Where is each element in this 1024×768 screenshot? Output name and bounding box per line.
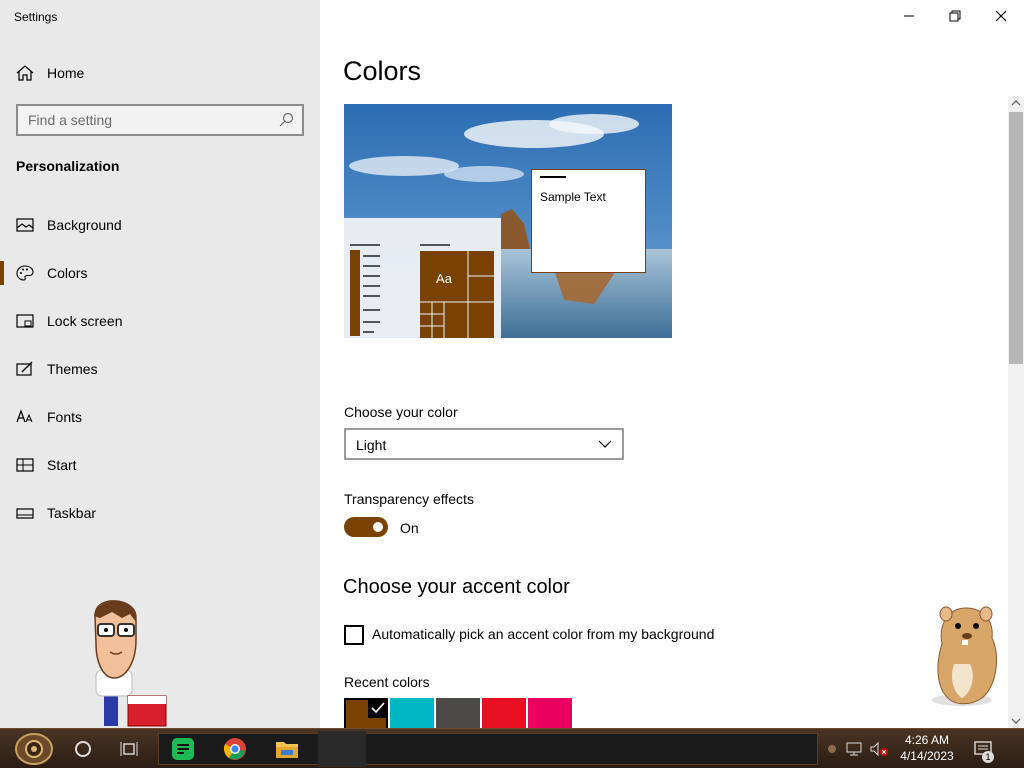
folder-icon: [276, 742, 298, 758]
show-hidden-icons-button[interactable]: [824, 731, 840, 767]
fonts-icon: [16, 409, 33, 423]
minimize-icon: [904, 15, 914, 17]
network-tray-button[interactable]: [844, 731, 866, 767]
sidebar-item-label: Taskbar: [47, 505, 97, 521]
auto-accent-checkbox[interactable]: [344, 625, 364, 645]
chrome-icon: [223, 738, 246, 760]
picture-icon: [16, 218, 34, 232]
search-input[interactable]: Find a setting: [16, 104, 304, 136]
close-button[interactable]: [978, 0, 1024, 32]
close-icon: [995, 10, 1007, 22]
scroll-up-arrow-icon[interactable]: [1008, 96, 1024, 110]
color-swatch[interactable]: [390, 698, 434, 728]
sidebar-item-label: Background: [47, 217, 122, 233]
recent-colors-label: Recent colors: [344, 674, 430, 690]
start-button[interactable]: [8, 731, 60, 767]
volume-muted-icon: [870, 741, 888, 757]
sidebar-item-colors[interactable]: Colors: [0, 253, 320, 293]
sidebar-item-label: Fonts: [47, 409, 83, 425]
active-indicator: [0, 261, 4, 285]
color-swatch[interactable]: [482, 698, 526, 728]
task-view-button[interactable]: [114, 731, 144, 767]
choose-color-label: Choose your color: [344, 404, 458, 420]
toggle-knob: [373, 522, 383, 532]
start-orb-icon: [15, 733, 53, 765]
clock-date: 4/14/2023: [900, 749, 954, 763]
vertical-scrollbar[interactable]: [1008, 96, 1024, 728]
scroll-down-arrow-icon[interactable]: [1008, 714, 1024, 728]
auto-accent-label[interactable]: Automatically pick an accent color from …: [372, 626, 714, 642]
restore-button[interactable]: [932, 0, 978, 32]
transparency-toggle[interactable]: [344, 517, 388, 537]
color-swatch[interactable]: [528, 698, 572, 728]
start-icon: [16, 458, 34, 472]
sidebar-item-taskbar[interactable]: Taskbar: [0, 493, 320, 533]
clock-time: 4:26 AM: [904, 733, 950, 747]
transparency-label: Transparency effects: [344, 491, 474, 507]
color-swatch[interactable]: [436, 698, 480, 728]
sidebar-item-themes[interactable]: Themes: [0, 349, 320, 389]
scrollbar-thumb[interactable]: [1009, 112, 1023, 364]
tray-gear-icon: [828, 745, 836, 753]
preview-sample-text: Sample Text: [540, 190, 606, 204]
minimize-button[interactable]: [886, 0, 932, 32]
accent-color-heading: Choose your accent color: [343, 576, 570, 598]
recent-colors-row: [344, 698, 572, 728]
taskbar-app-spotify[interactable]: [166, 731, 200, 767]
sidebar-item-start[interactable]: Start: [0, 445, 320, 485]
lock-screen-icon: [16, 314, 34, 328]
action-center-button[interactable]: [968, 731, 998, 767]
taskbar: 4:26 AM 4/14/2023 1: [0, 728, 1024, 768]
cortana-button[interactable]: [68, 731, 98, 767]
taskbar-clock[interactable]: 4:26 AM 4/14/2023: [892, 732, 962, 764]
app-title: Settings: [14, 10, 58, 24]
sidebar-item-background[interactable]: Background: [0, 205, 320, 245]
cortana-circle-icon: [75, 741, 91, 757]
sidebar-item-lock-screen[interactable]: Lock screen: [0, 301, 320, 341]
color-swatch[interactable]: [344, 698, 388, 728]
themes-icon: [16, 361, 33, 376]
chevron-down-icon: [598, 440, 612, 448]
taskbar-app-chrome[interactable]: [218, 731, 252, 767]
restore-icon: [949, 10, 961, 22]
preview-tile-text: Aa: [436, 271, 453, 286]
taskbar-app-explorer[interactable]: [270, 731, 304, 767]
network-icon: [846, 742, 862, 756]
choose-color-value: Light: [356, 437, 387, 453]
transparency-state: On: [400, 520, 419, 536]
search-placeholder: Find a setting: [28, 112, 113, 128]
home-icon: [16, 65, 34, 81]
taskbar-apps-area: [158, 733, 818, 765]
sidebar-item-label: Start: [47, 457, 77, 473]
taskbar-icon: [16, 508, 34, 519]
home-nav-item[interactable]: Home: [0, 56, 320, 90]
cartoon-mascot-illustration: [94, 600, 167, 727]
choose-color-dropdown[interactable]: Light: [344, 428, 624, 460]
section-heading: Personalization: [16, 158, 120, 174]
search-icon: [279, 112, 294, 127]
notification-count-badge: 1: [982, 751, 994, 763]
sample-titlebar-line: [540, 176, 566, 178]
preview-sample-window: Sample Text: [531, 169, 646, 273]
page-title: Colors: [343, 56, 422, 86]
sidebar-item-label: Lock screen: [47, 313, 123, 329]
hamster-illustration: [932, 606, 998, 706]
home-label: Home: [47, 65, 85, 81]
sidebar-item-label: Themes: [47, 361, 98, 377]
taskbar-app-settings[interactable]: [318, 731, 366, 767]
settings-sidebar: Settings Home Find a setting Personaliza…: [0, 0, 320, 728]
palette-icon: [16, 265, 34, 281]
music-app-icon: [172, 738, 194, 760]
sidebar-item-fonts[interactable]: Fonts: [0, 397, 320, 437]
checkmark-icon: [368, 698, 388, 718]
sidebar-item-label: Colors: [47, 265, 88, 281]
volume-tray-button[interactable]: [868, 731, 890, 767]
task-view-icon: [120, 742, 138, 756]
